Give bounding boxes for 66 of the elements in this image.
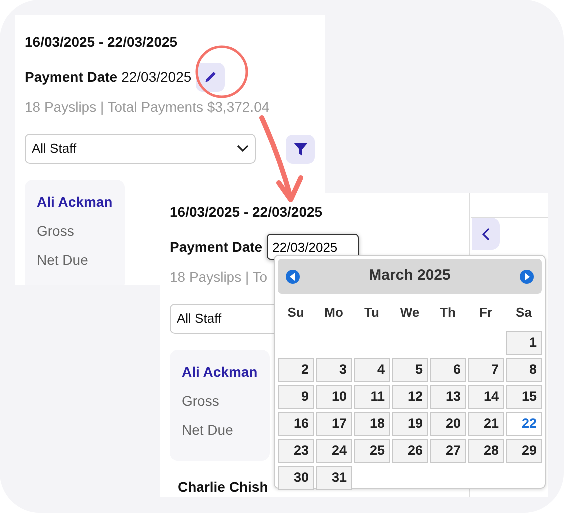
calendar-day[interactable]: 16 <box>278 412 314 436</box>
weekday-label: Sa <box>515 304 533 322</box>
staff-name: Charlie Chish <box>177 478 268 497</box>
payment-date-label: Payment Date <box>25 68 118 87</box>
calendar-day[interactable]: 8 <box>506 358 542 382</box>
calendar-day[interactable]: 30 <box>278 466 314 490</box>
weekday-label: Tu <box>364 304 380 322</box>
calendar-day[interactable]: 1 <box>506 331 542 355</box>
calendar-day[interactable]: 29 <box>506 439 542 463</box>
calendar-day[interactable]: 21 <box>468 412 504 436</box>
calendar-day[interactable]: 28 <box>468 439 504 463</box>
payment-date: 22/03/2025 <box>122 68 192 86</box>
calendar-day[interactable]: 12 <box>392 385 428 409</box>
triangle-icon <box>524 272 530 280</box>
month-title: March 2025 <box>369 266 451 286</box>
calendar-day[interactable]: 19 <box>392 412 428 436</box>
staff-name[interactable]: Ali Ackman <box>37 192 113 213</box>
calendar-day[interactable]: 3 <box>316 358 352 382</box>
calendar-day[interactable]: 10 <box>316 385 352 409</box>
calendar-day[interactable]: 11 <box>354 385 390 409</box>
prev-month-button[interactable] <box>286 270 300 284</box>
pay-label: Gross <box>182 392 220 411</box>
calendar-day[interactable]: 31 <box>316 466 352 490</box>
weekday-label: Mo <box>324 304 344 322</box>
back-button[interactable] <box>472 218 500 250</box>
chevron-left-icon <box>482 228 490 240</box>
staff-name[interactable]: Ali Ackman <box>182 362 258 383</box>
next-month-button[interactable] <box>520 270 534 284</box>
edit-button[interactable] <box>196 62 225 92</box>
filter-icon <box>294 142 308 156</box>
calendar-day[interactable]: 25 <box>354 439 390 463</box>
pay-label: Net Due <box>182 421 234 440</box>
calendar-day[interactable]: 26 <box>392 439 428 463</box>
calendar-day[interactable]: 13 <box>430 385 466 409</box>
staff-select[interactable]: All Staff <box>25 134 256 164</box>
weekday-label: Th <box>439 304 457 322</box>
calendar-day[interactable]: 23 <box>278 439 314 463</box>
filter-button[interactable] <box>286 134 315 164</box>
pay-label: Net Due <box>37 251 88 270</box>
chevron-down-icon <box>237 145 249 153</box>
calendar-day[interactable]: 7 <box>468 358 504 382</box>
calendar-day[interactable]: 14 <box>468 385 504 409</box>
calendar-day[interactable]: 15 <box>506 385 542 409</box>
pay-label: Gross <box>37 222 74 241</box>
triangle-icon <box>290 272 296 280</box>
calendar-day[interactable]: 24 <box>316 439 352 463</box>
calendar-day[interactable]: 18 <box>354 412 390 436</box>
summary-text: 18 Payslips | Total Payments $3,372.04 <box>25 98 270 117</box>
weekday-label: Su <box>286 304 306 322</box>
calendar-day[interactable]: 6 <box>430 358 466 382</box>
calendar-day[interactable]: 2 <box>278 358 314 382</box>
weekday-label: Fr <box>478 304 494 322</box>
calendar-day[interactable]: 22 <box>506 412 542 436</box>
date-range: 16/03/2025 - 22/03/2025 <box>25 33 178 52</box>
weekday-label: We <box>399 304 421 322</box>
calendar-day[interactable]: 9 <box>278 385 314 409</box>
payment-date-label: Payment Date <box>170 238 263 257</box>
calendar-day[interactable]: 20 <box>430 412 466 436</box>
summary-text: 18 Payslips | To <box>170 268 268 287</box>
highlight-circle <box>196 46 248 98</box>
pencil-icon <box>204 70 217 84</box>
calendar-day[interactable]: 5 <box>392 358 428 382</box>
calendar-day[interactable]: 17 <box>316 412 352 436</box>
calendar-day[interactable]: 4 <box>354 358 390 382</box>
calendar-day[interactable]: 27 <box>430 439 466 463</box>
date-range: 16/03/2025 - 22/03/2025 <box>170 203 323 222</box>
